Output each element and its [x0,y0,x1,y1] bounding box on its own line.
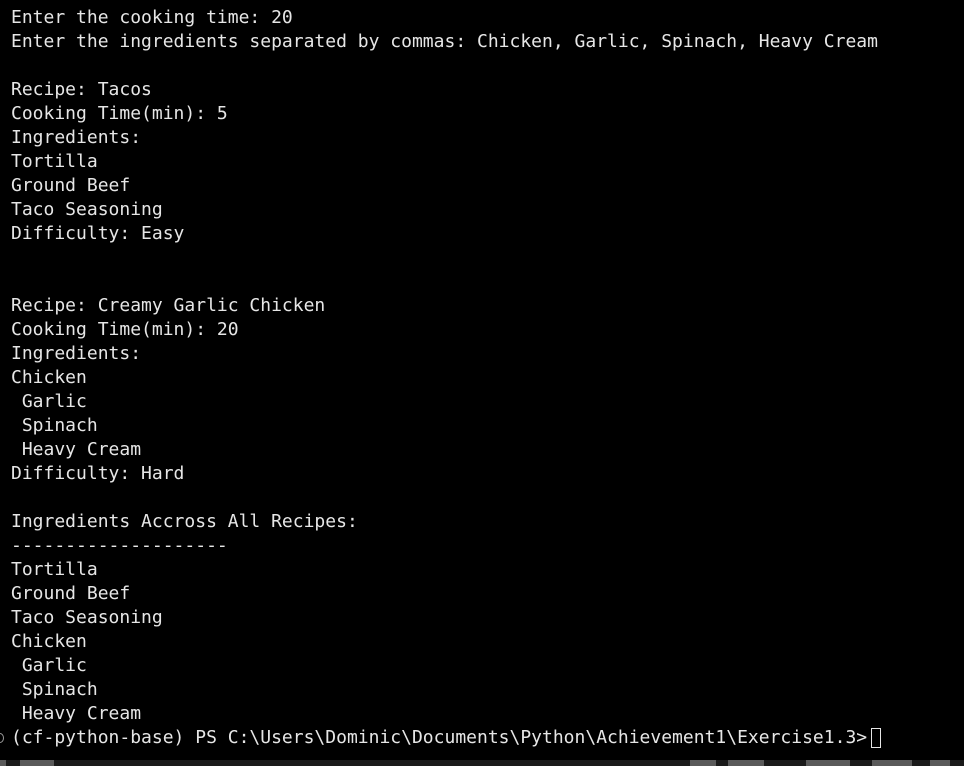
terminal-line: Recipe: Creamy Garlic Chicken [11,295,326,316]
terminal-line: Recipe: Tacos [11,79,152,100]
terminal-line: Taco Seasoning [11,607,163,628]
command-status-icon[interactable] [0,733,4,743]
terminal-line: Ingredients Accross All Recipes: [11,511,358,532]
terminal-line: Difficulty: Easy [11,223,185,244]
terminal-line: Spinach [11,679,98,700]
terminal-line: Cooking Time(min): 20 [11,319,239,340]
terminal-prompt: (cf-python-base) PS C:\Users\Dominic\Doc… [11,727,868,748]
status-bar [0,760,964,766]
terminal-line: Chicken [11,631,87,652]
terminal-line: Enter the cooking time: 20 [11,7,293,28]
terminal-window[interactable]: Enter the cooking time: 20 Enter the ingr… [0,0,964,766]
text-cursor [871,728,882,748]
terminal-line: Taco Seasoning [11,199,163,220]
terminal-line: Heavy Cream [11,703,142,724]
terminal-line: Ground Beef [11,175,131,196]
terminal-line: Ingredients: [11,127,142,148]
terminal-line: Heavy Cream [11,439,142,460]
terminal-line: Tortilla [11,559,98,580]
terminal-line: Tortilla [11,151,98,172]
terminal-output: Enter the cooking time: 20 Enter the ingr… [11,6,878,726]
terminal-line: Enter the ingredients separated by comma… [11,31,878,52]
terminal-line: Ground Beef [11,583,131,604]
terminal-line: Difficulty: Hard [11,463,185,484]
terminal-line: Ingredients: [11,343,142,364]
terminal-line: Garlic [11,391,87,412]
terminal-line: Chicken [11,367,87,388]
terminal-line: Garlic [11,655,87,676]
terminal-line: Spinach [11,415,98,436]
terminal-prompt-line[interactable]: (cf-python-base) PS C:\Users\Dominic\Doc… [11,726,882,750]
terminal-line: Cooking Time(min): 5 [11,103,228,124]
terminal-line: -------------------- [11,535,228,556]
